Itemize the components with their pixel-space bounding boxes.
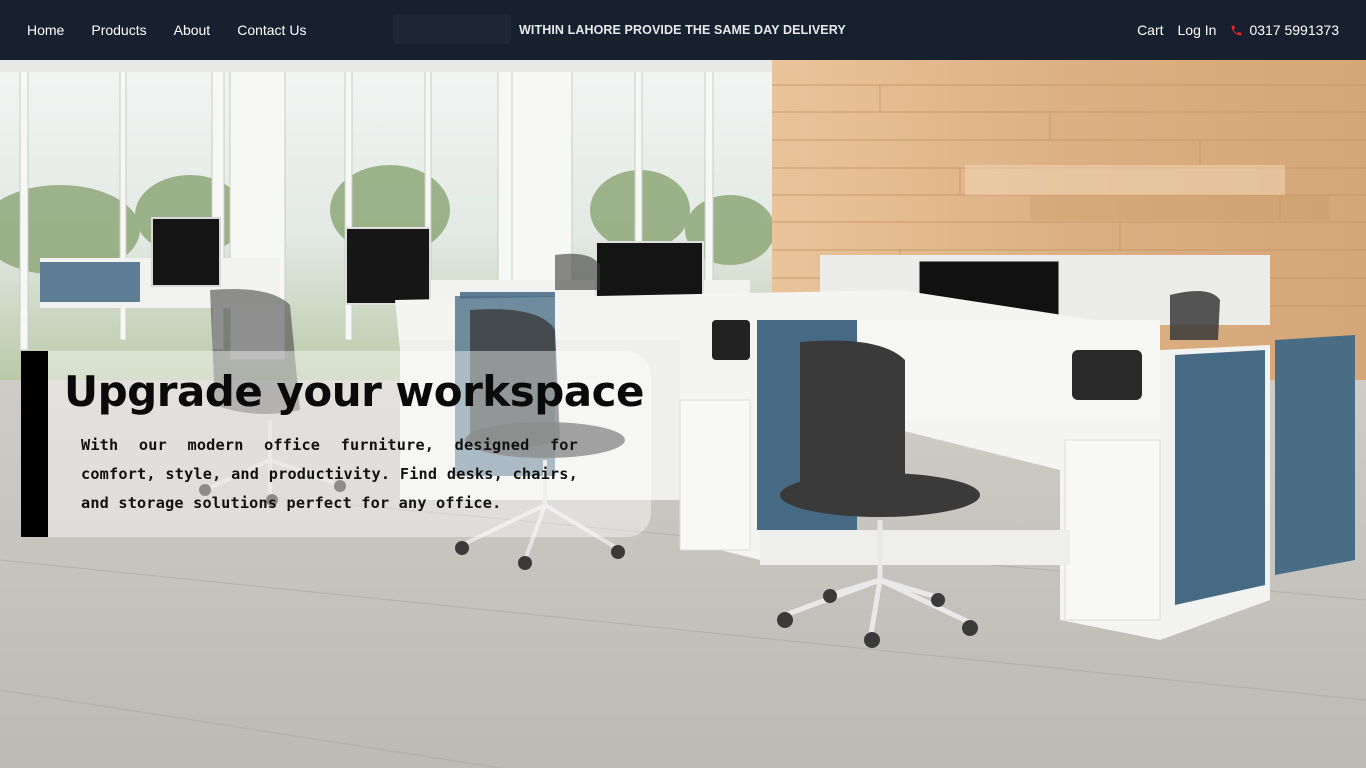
- nav-home-link[interactable]: Home: [27, 22, 64, 38]
- desk-phone: [1072, 350, 1142, 400]
- search-placeholder-box: [393, 14, 511, 44]
- top-navigation-bar: Home Products About Contact Us WITHIN LA…: [0, 0, 1366, 60]
- delivery-banner: WITHIN LAHORE PROVIDE THE SAME DAY DELIV…: [519, 23, 846, 37]
- main-nav: Home Products About Contact Us: [27, 0, 333, 60]
- nav-about-link[interactable]: About: [174, 22, 211, 38]
- cart-link[interactable]: Cart: [1137, 22, 1163, 38]
- hero-section: Upgrade your workspace With our modern o…: [0, 60, 1366, 768]
- nav-products-link[interactable]: Products: [91, 22, 146, 38]
- nav-actions: Cart Log In 0317 5991373: [1137, 0, 1339, 60]
- phone-link[interactable]: 0317 5991373: [1230, 22, 1339, 38]
- login-link[interactable]: Log In: [1178, 22, 1217, 38]
- phone-icon: [1232, 25, 1242, 35]
- desk-phone: [712, 320, 750, 360]
- nav-contact-link[interactable]: Contact Us: [237, 22, 306, 38]
- phone-number: 0317 5991373: [1249, 22, 1339, 38]
- hero-text-card: Upgrade your workspace With our modern o…: [21, 351, 651, 537]
- hero-description: With our modern office furniture, design…: [81, 436, 578, 512]
- card-accent-bar: [21, 351, 48, 537]
- hero-title: Upgrade your workspace: [64, 367, 645, 416]
